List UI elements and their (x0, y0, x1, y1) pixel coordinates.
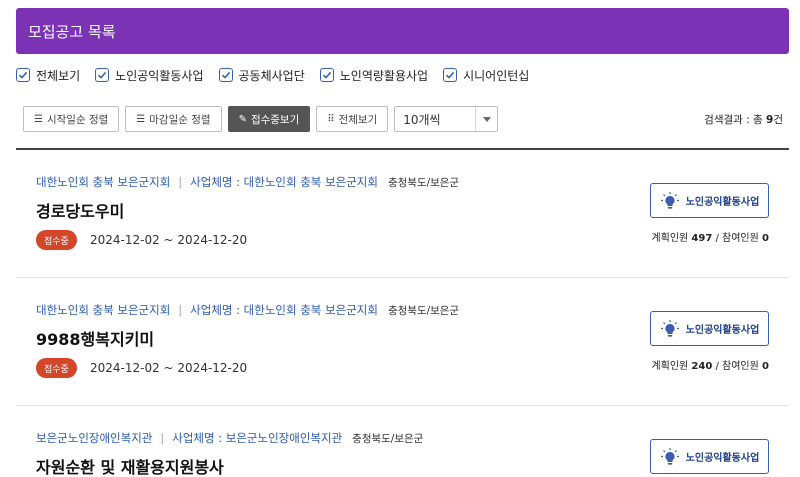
filter-all[interactable]: 전체보기 (16, 67, 80, 84)
planned-label: 계획인원 (651, 361, 689, 372)
filter-label: 노인역량활용사업 (339, 68, 429, 83)
checkbox-checked-icon[interactable] (443, 68, 458, 82)
filter-label: 노인공익활동사업 (115, 68, 204, 83)
program-type-button[interactable]: 노인공익활동사업 (650, 311, 769, 346)
filter-community[interactable]: 공동체사업단 (218, 67, 305, 84)
search-result-count: 검색결과 : 총 9건 (704, 112, 783, 127)
program-type-button[interactable]: 노인공익활동사업 (650, 183, 769, 218)
business-name: 사업체명 : 대한노인회 충북 보은군지회 (190, 303, 378, 317)
job-title[interactable]: 자원순환 및 재활용지원봉사 (36, 454, 224, 477)
joined-count: 0 (762, 361, 769, 372)
grid-icon: ⠿ (327, 113, 335, 125)
job-title[interactable]: 경로당도우미 (36, 198, 124, 222)
view-all-label: 전체보기 (338, 113, 378, 126)
joined-count: 0 (762, 233, 769, 244)
status-badge: 접수중 (36, 358, 77, 378)
checkbox-checked-icon[interactable] (16, 68, 30, 82)
lightbulb-icon (660, 319, 679, 337)
planned-label: 계획인원 (651, 233, 689, 244)
joined-label: 참여인원 (722, 233, 759, 244)
sort-end-button[interactable]: ☰ 마감일순 정렬 (125, 106, 222, 132)
list-icon: ☰ (136, 113, 146, 125)
headcount: 계획인원 497 / 참여인원 0 (651, 233, 769, 244)
result-prefix: 검색결과 : 총 (704, 114, 767, 126)
org-name: 대한노인회 충북 보은군지회 (36, 175, 171, 189)
planned-count: 240 (691, 361, 713, 372)
sort-end-label: 마감일순 정렬 (149, 113, 211, 126)
sort-start-label: 시작일순 정렬 (46, 113, 109, 126)
view-all-button[interactable]: ⠿ 전체보기 (316, 106, 389, 132)
pencil-icon: ✎ (238, 113, 247, 125)
planned-count: 497 (691, 233, 713, 244)
program-type-label: 노인공익활동사업 (685, 325, 760, 336)
separator: | (178, 303, 183, 317)
lightbulb-icon (660, 191, 679, 209)
list-item[interactable]: 대한노인회 충북 보은군지회 | 사업체명 : 대한노인회 충북 보은군지회 충… (16, 150, 789, 278)
filter-capability[interactable]: 노인역량활용사업 (319, 67, 429, 84)
checkbox-checked-icon[interactable] (319, 68, 334, 82)
region: 충청북도/보은군 (352, 432, 424, 445)
filter-label: 전체보기 (36, 68, 81, 83)
list-icon: ☰ (34, 113, 43, 125)
sort-start-button[interactable]: ☰ 시작일순 정렬 (23, 106, 120, 132)
list-item[interactable]: 보은군노인장애인복지관 | 사업체명 : 보은군노인장애인복지관 충청북도/보은… (16, 406, 789, 477)
page-size-value: 10개씩 (403, 112, 441, 127)
separator: | (178, 175, 183, 189)
view-open-button[interactable]: ✎ 접수중보기 (227, 106, 311, 132)
org-line: 대한노인회 충북 보은군지회 | 사업체명 : 대한노인회 충북 보은군지회 충… (36, 174, 459, 190)
business-name: 사업체명 : 보은군노인장애인복지관 (172, 431, 343, 445)
region: 충청북도/보은군 (387, 176, 460, 189)
program-type-label: 노인공익활동사업 (685, 453, 760, 464)
recruit-period: 2024-12-02 ~ 2024-12-20 (90, 361, 248, 375)
joined-label: 참여인원 (722, 361, 759, 372)
checkbox-checked-icon[interactable] (218, 68, 233, 82)
region: 충청북도/보은군 (387, 304, 460, 317)
business-name: 사업체명 : 대한노인회 충북 보은군지회 (190, 175, 378, 189)
org-line: 대한노인회 충북 보은군지회 | 사업체명 : 대한노인회 충북 보은군지회 충… (36, 302, 459, 318)
result-suffix: 건 (773, 114, 783, 126)
lightbulb-icon (660, 447, 679, 465)
view-open-label: 접수중보기 (250, 113, 300, 126)
status-badge: 접수중 (36, 230, 77, 250)
program-type-button[interactable]: 노인공익활동사업 (650, 439, 769, 474)
caret-down-icon[interactable] (475, 107, 497, 131)
headcount: 계획인원 240 / 참여인원 0 (651, 361, 769, 372)
list-item[interactable]: 대한노인회 충북 보은군지회 | 사업체명 : 대한노인회 충북 보은군지회 충… (16, 278, 789, 406)
org-name: 보은군노인장애인복지관 (36, 431, 153, 445)
recruit-period: 2024-12-02 ~ 2024-12-20 (90, 233, 248, 247)
filter-label: 공동체사업단 (238, 68, 305, 83)
filter-senior-intern[interactable]: 시니어인턴십 (443, 67, 529, 84)
job-title[interactable]: 9988행복지키미 (36, 326, 154, 350)
page-size-select[interactable]: 10개씩 (394, 106, 499, 132)
list-toolbar: ☰ 시작일순 정렬 ☰ 마감일순 정렬 ✎ 접수중보기 ⠿ 전체보기 10개씩 (23, 106, 499, 132)
page-header: 모집공고 목록 (16, 8, 789, 54)
checkbox-checked-icon[interactable] (95, 68, 110, 82)
separator: | (160, 431, 165, 445)
filter-checkboxes: 전체보기 노인공익활동사업 공동체사업단 노인역량활용사업 시니어인턴십 (16, 66, 544, 84)
org-name: 대한노인회 충북 보은군지회 (36, 303, 171, 317)
program-type-label: 노인공익활동사업 (685, 197, 760, 208)
filter-public-activity[interactable]: 노인공익활동사업 (95, 67, 204, 84)
filter-label: 시니어인턴십 (463, 68, 530, 83)
org-line: 보은군노인장애인복지관 | 사업체명 : 보은군노인장애인복지관 충청북도/보은… (36, 430, 423, 446)
page-title: 모집공고 목록 (28, 22, 116, 41)
